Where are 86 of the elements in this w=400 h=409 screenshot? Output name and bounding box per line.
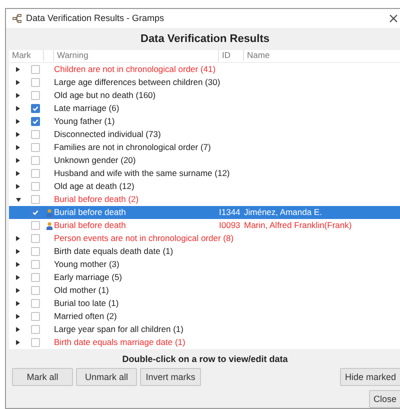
- checkbox[interactable]: [31, 78, 40, 87]
- checkbox[interactable]: [31, 91, 40, 100]
- expand-arrow-icon[interactable]: [16, 236, 20, 241]
- warning-text: Husband and wife with the same surname (12): [54, 168, 230, 179]
- checkbox[interactable]: [31, 299, 40, 308]
- expand-arrow-icon[interactable]: [16, 132, 20, 137]
- warning-text: Unknown gender (20): [54, 155, 137, 166]
- expand-arrow-icon[interactable]: [16, 80, 20, 85]
- warning-text: Old mother (1): [54, 285, 110, 296]
- checkbox[interactable]: [31, 182, 40, 191]
- warning-text: Early marriage (5): [54, 272, 124, 283]
- checkbox[interactable]: [31, 208, 40, 217]
- id-text: I1344: [219, 207, 242, 218]
- checkbox[interactable]: [31, 104, 40, 113]
- warning-text: Large year span for all children (1): [54, 324, 184, 335]
- column-header[interactable]: Mark: [9, 50, 44, 62]
- expand-arrow-icon[interactable]: [16, 262, 20, 267]
- warning-text: Late marriage (6): [54, 103, 120, 114]
- warning-text: Children are not in chronological order (41): [54, 64, 217, 75]
- column-header[interactable]: ID: [219, 50, 244, 62]
- checkbox[interactable]: [31, 65, 40, 74]
- warning-text: Burial before death: [54, 207, 127, 218]
- id-text: I0093: [219, 220, 242, 231]
- checkbox[interactable]: [31, 117, 40, 126]
- expand-arrow-icon[interactable]: [16, 171, 20, 176]
- expand-arrow-icon[interactable]: [16, 275, 20, 280]
- app-icon: [12, 14, 22, 23]
- expand-arrow-icon[interactable]: [16, 93, 20, 98]
- close-icon[interactable]: [389, 14, 398, 23]
- warning-text: Young father (1): [54, 116, 116, 127]
- checkbox[interactable]: [31, 312, 40, 321]
- expand-arrow-icon[interactable]: [16, 106, 20, 111]
- warning-text: Young mother (3): [54, 259, 120, 270]
- expand-arrow-icon[interactable]: [16, 67, 20, 72]
- expand-arrow-icon[interactable]: [16, 340, 20, 345]
- window-title: Data Verification Results - Gramps: [26, 13, 166, 24]
- dialog-heading: Data Verification Results: [140, 32, 270, 47]
- warning-text: Burial too late (1): [54, 298, 120, 309]
- collapse-arrow-icon[interactable]: [16, 198, 20, 202]
- checkbox[interactable]: [31, 325, 40, 334]
- expand-arrow-icon[interactable]: [16, 288, 20, 293]
- warning-text: Burial before death (2): [54, 194, 140, 205]
- expand-arrow-icon[interactable]: [16, 158, 20, 163]
- checkbox[interactable]: [31, 273, 40, 282]
- warning-text: Married often (2): [54, 311, 118, 322]
- name-text: Marin, Alfred Franklin(Frank): [244, 220, 352, 231]
- warning-text: Old age at death (12): [54, 181, 136, 192]
- action-button[interactable]: Mark all: [12, 368, 73, 386]
- close-button[interactable]: Close: [369, 390, 400, 408]
- checkbox[interactable]: [31, 221, 40, 230]
- expand-arrow-icon[interactable]: [16, 314, 20, 319]
- checkbox[interactable]: [31, 247, 40, 256]
- warning-text: Person events are not in chronological order (8): [54, 233, 234, 244]
- person-icon: [46, 208, 52, 216]
- person-icon: [46, 222, 52, 230]
- warning-text: Birth date equals marriage date (1): [54, 337, 186, 348]
- checkbox[interactable]: [31, 260, 40, 269]
- warning-text: Disconnected individual (73): [54, 129, 162, 140]
- hint-text: Double-click on a row to view/edit data: [121, 353, 289, 366]
- expand-arrow-icon[interactable]: [16, 145, 20, 150]
- checkbox[interactable]: [31, 338, 40, 347]
- checkbox[interactable]: [31, 169, 40, 178]
- checkbox[interactable]: [31, 286, 40, 295]
- action-button[interactable]: Unmark all: [76, 368, 137, 386]
- action-button[interactable]: Invert marks: [140, 368, 201, 386]
- checkbox[interactable]: [31, 156, 40, 165]
- warning-text: Burial before death: [54, 220, 127, 231]
- expand-arrow-icon[interactable]: [16, 327, 20, 332]
- expand-arrow-icon[interactable]: [16, 249, 20, 254]
- expand-arrow-icon[interactable]: [16, 119, 20, 124]
- checkbox[interactable]: [31, 195, 40, 204]
- checkbox[interactable]: [31, 234, 40, 243]
- checkbox[interactable]: [31, 130, 40, 139]
- column-header[interactable]: Warning: [54, 50, 219, 62]
- expand-arrow-icon[interactable]: [16, 301, 20, 306]
- warning-text: Old age but no death (160): [54, 90, 157, 101]
- checkbox[interactable]: [31, 143, 40, 152]
- result-row[interactable]: Burial before death I1344 Jiménez, Amanda E.: [9, 206, 400, 219]
- result-row[interactable]: Burial before death I0093 Marin, Alfred Franklin(Frank): [9, 219, 400, 232]
- column-header[interactable]: Name: [244, 50, 400, 62]
- warning-text: Large age differences between children (30): [54, 77, 220, 88]
- expand-arrow-icon[interactable]: [16, 184, 20, 189]
- warning-text: Families are not in chronological order (7): [54, 142, 212, 153]
- hide-marked-button[interactable]: Hide marked: [340, 368, 400, 386]
- warning-text: Birth date equals death date (1): [54, 246, 174, 257]
- name-text: Jiménez, Amanda E.: [244, 207, 322, 218]
